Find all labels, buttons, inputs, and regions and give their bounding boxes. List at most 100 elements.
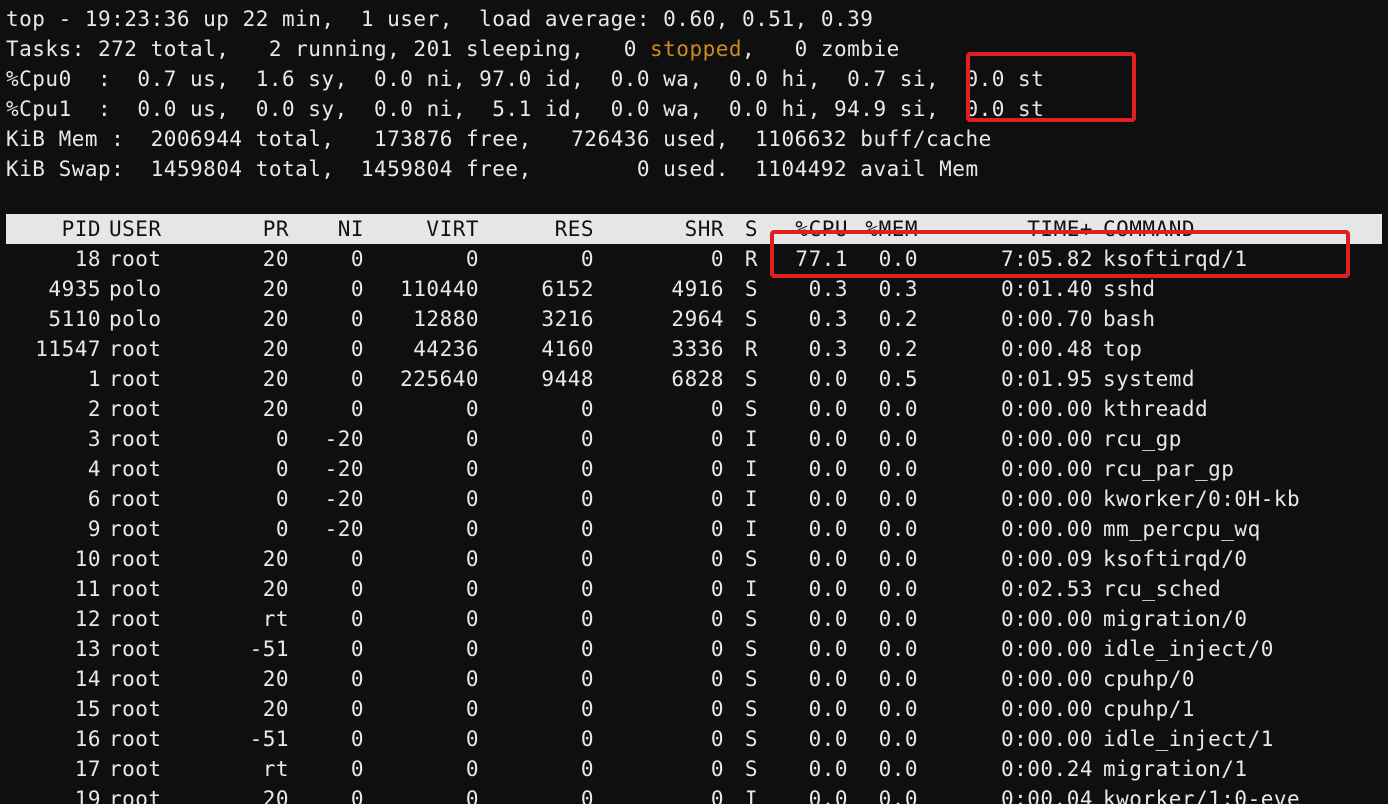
- cell-res: 0: [479, 694, 594, 724]
- cell-res: 4160: [479, 334, 594, 364]
- cell-pr: 20: [189, 544, 289, 574]
- table-row: 19root200000I0.00.00:00.04kworker/1:0-ev…: [6, 784, 1382, 804]
- cell-pr: 20: [189, 304, 289, 334]
- col-ni[interactable]: NI: [289, 214, 364, 244]
- cell-cpu: 0.0: [758, 484, 848, 514]
- cell-virt: 12880: [364, 304, 479, 334]
- cell-virt: 0: [364, 664, 479, 694]
- cell-cmd: idle_inject/0: [1093, 634, 1382, 664]
- cell-pid: 16: [6, 724, 101, 754]
- cell-cpu: 0.0: [758, 394, 848, 424]
- cell-time: 0:00.00: [918, 514, 1093, 544]
- cell-virt: 0: [364, 574, 479, 604]
- cell-mem: 0.0: [848, 664, 918, 694]
- cell-s: S: [724, 724, 758, 754]
- summary-swap: KiB Swap: 1459804 total, 1459804 free, 0…: [6, 154, 1382, 184]
- cell-user: root: [101, 664, 189, 694]
- cell-pid: 9: [6, 514, 101, 544]
- cell-time: 0:00.00: [918, 484, 1093, 514]
- cell-shr: 2964: [594, 304, 724, 334]
- table-row: 3root0-20000I0.00.00:00.00rcu_gp: [6, 424, 1382, 454]
- cell-time: 0:00.00: [918, 394, 1093, 424]
- col-time[interactable]: TIME+: [918, 214, 1093, 244]
- cell-time: 0:00.00: [918, 664, 1093, 694]
- cell-res: 0: [479, 544, 594, 574]
- cell-virt: 0: [364, 694, 479, 724]
- cell-s: R: [724, 334, 758, 364]
- cell-virt: 44236: [364, 334, 479, 364]
- cell-res: 0: [479, 724, 594, 754]
- cell-ni: 0: [289, 304, 364, 334]
- cell-mem: 0.0: [848, 754, 918, 784]
- col-cmd[interactable]: COMMAND: [1093, 214, 1382, 244]
- cell-pr: 20: [189, 274, 289, 304]
- cell-virt: 0: [364, 784, 479, 804]
- cell-shr: 0: [594, 634, 724, 664]
- col-user[interactable]: USER: [101, 214, 189, 244]
- cell-pr: 20: [189, 784, 289, 804]
- col-cpu[interactable]: %CPU: [758, 214, 848, 244]
- cell-cmd: cpuhp/1: [1093, 694, 1382, 724]
- cell-cmd: migration/1: [1093, 754, 1382, 784]
- cell-user: root: [101, 244, 189, 274]
- cell-cpu: 0.0: [758, 364, 848, 394]
- cell-shr: 0: [594, 424, 724, 454]
- col-res[interactable]: RES: [479, 214, 594, 244]
- cell-shr: 4916: [594, 274, 724, 304]
- col-s[interactable]: S: [724, 214, 758, 244]
- cell-shr: 0: [594, 394, 724, 424]
- table-row: 15root200000S0.00.00:00.00cpuhp/1: [6, 694, 1382, 724]
- table-row: 11547root2004423641603336R0.30.20:00.48t…: [6, 334, 1382, 364]
- table-row: 4935polo20011044061524916S0.30.30:01.40s…: [6, 274, 1382, 304]
- summary-mem: KiB Mem : 2006944 total, 173876 free, 72…: [6, 124, 1382, 154]
- cell-mem: 0.0: [848, 394, 918, 424]
- cell-cpu: 0.0: [758, 514, 848, 544]
- cell-pid: 18: [6, 244, 101, 274]
- cell-pr: -51: [189, 724, 289, 754]
- col-pr[interactable]: PR: [189, 214, 289, 244]
- cell-user: root: [101, 634, 189, 664]
- summary-cpu1: %Cpu1 : 0.0 us, 0.0 sy, 0.0 ni, 5.1 id, …: [6, 94, 1382, 124]
- cell-time: 0:00.24: [918, 754, 1093, 784]
- cell-pid: 5110: [6, 304, 101, 334]
- cell-user: root: [101, 754, 189, 784]
- cell-shr: 0: [594, 574, 724, 604]
- cell-virt: 0: [364, 394, 479, 424]
- cell-s: S: [724, 604, 758, 634]
- cell-res: 0: [479, 664, 594, 694]
- table-row: 16root-510000S0.00.00:00.00idle_inject/1: [6, 724, 1382, 754]
- col-pid[interactable]: PID: [6, 214, 101, 244]
- cell-ni: 0: [289, 784, 364, 804]
- cell-cpu: 0.0: [758, 694, 848, 724]
- cell-pid: 11: [6, 574, 101, 604]
- cell-cpu: 77.1: [758, 244, 848, 274]
- cell-pr: 0: [189, 514, 289, 544]
- cell-cpu: 0.3: [758, 274, 848, 304]
- col-virt[interactable]: VIRT: [364, 214, 479, 244]
- cell-virt: 0: [364, 544, 479, 574]
- col-shr[interactable]: SHR: [594, 214, 724, 244]
- cell-ni: -20: [289, 484, 364, 514]
- cell-res: 0: [479, 574, 594, 604]
- cell-mem: 0.3: [848, 274, 918, 304]
- cell-cmd: sshd: [1093, 274, 1382, 304]
- cell-pr: 0: [189, 484, 289, 514]
- cell-pr: 0: [189, 454, 289, 484]
- cell-time: 0:00.48: [918, 334, 1093, 364]
- cell-res: 0: [479, 754, 594, 784]
- col-mem[interactable]: %MEM: [848, 214, 918, 244]
- cell-ni: 0: [289, 604, 364, 634]
- cell-cmd: rcu_par_gp: [1093, 454, 1382, 484]
- cell-cpu: 0.0: [758, 634, 848, 664]
- cell-user: polo: [101, 274, 189, 304]
- table-row: 13root-510000S0.00.00:00.00idle_inject/0: [6, 634, 1382, 664]
- cell-res: 3216: [479, 304, 594, 334]
- cell-ni: 0: [289, 694, 364, 724]
- cell-user: root: [101, 424, 189, 454]
- cell-pid: 19: [6, 784, 101, 804]
- cell-pid: 17: [6, 754, 101, 784]
- table-row: 2root200000S0.00.00:00.00kthreadd: [6, 394, 1382, 424]
- cell-s: S: [724, 754, 758, 784]
- cell-pid: 6: [6, 484, 101, 514]
- cell-ni: 0: [289, 724, 364, 754]
